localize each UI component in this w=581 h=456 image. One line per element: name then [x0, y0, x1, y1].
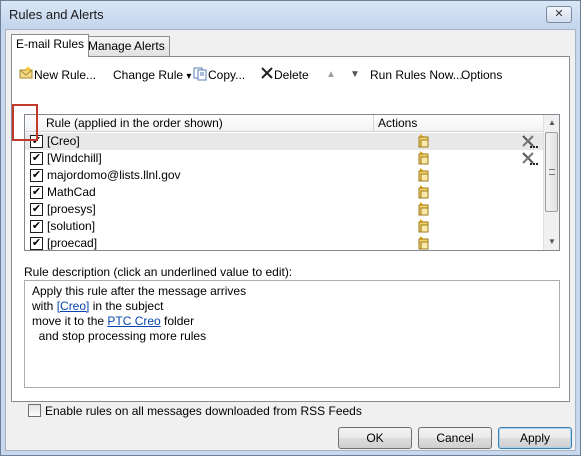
rule-name: [proecad] [47, 236, 98, 250]
scroll-up-arrow-icon[interactable]: ▲ [544, 115, 559, 131]
rule-name: [solution] [47, 219, 96, 233]
run-rules-now-button[interactable]: Run Rules Now... [370, 65, 463, 85]
rule-row[interactable]: ✔ [Windchill] [25, 150, 544, 167]
rule-row[interactable]: ✔ majordomo@lists.llnl.gov [25, 167, 544, 184]
ok-button[interactable]: OK [338, 427, 412, 449]
rule-description-label: Rule description (click an underlined va… [24, 265, 293, 279]
dialog-client-area: E-mail Rules Manage Alerts New Rule... C… [5, 29, 576, 451]
close-button[interactable]: ✕ [546, 6, 572, 23]
rules-list-header: Rule (applied in the order shown) Action… [25, 115, 544, 132]
delete-x-icon [260, 66, 274, 86]
rule-enabled-checkbox[interactable]: ✔ [30, 237, 43, 250]
rules-toolbar: New Rule... Change Rule ▾ Copy... Delete [18, 65, 563, 87]
rule-enabled-checkbox[interactable]: ✔ [30, 152, 43, 165]
rules-and-alerts-dialog: Rules and Alerts ✕ E-mail Rules Manage A… [0, 0, 581, 456]
new-rule-button[interactable]: New Rule... [18, 65, 96, 85]
title-bar[interactable]: Rules and Alerts ✕ [1, 1, 580, 29]
rule-name: MathCad [47, 185, 96, 199]
copy-rule-button[interactable]: Copy... [192, 65, 245, 85]
rules-list[interactable]: Rule (applied in the order shown) Action… [24, 114, 560, 251]
rule-name: majordomo@lists.llnl.gov [47, 168, 181, 182]
new-rule-icon [18, 65, 34, 87]
rule-enabled-checkbox[interactable]: ✔ [30, 203, 43, 216]
rule-row[interactable]: ✔ [Creo] [25, 133, 544, 150]
apply-button[interactable]: Apply [498, 427, 572, 449]
move-down-button[interactable]: ▼ [350, 65, 360, 85]
rule-description-box: Apply this rule after the message arrive… [24, 280, 560, 388]
rule-name: [Windchill] [47, 151, 102, 165]
rule-enabled-checkbox[interactable]: ✔ [30, 220, 43, 233]
rule-row[interactable]: ✔ [proesys] [25, 201, 544, 218]
tab-email-rules[interactable]: E-mail Rules [11, 34, 90, 57]
rule-enabled-checkbox[interactable]: ✔ [30, 169, 43, 182]
delete-rule-button[interactable]: Delete [260, 65, 309, 85]
rule-enabled-checkbox[interactable]: ✔ [30, 186, 43, 199]
tab-manage-alerts[interactable]: Manage Alerts [83, 36, 170, 56]
options-button[interactable]: Options [461, 65, 502, 85]
column-header-rule[interactable]: Rule (applied in the order shown) [46, 116, 223, 130]
rule-row[interactable]: ✔ [proecad] [25, 235, 544, 250]
change-rule-button[interactable]: Change Rule ▾ [113, 65, 191, 85]
move-up-button[interactable]: ▲ [326, 65, 336, 85]
rules-list-rows: ✔ [Creo] ✔ [Windchill] ✔ majordomo@lists.llnl… [25, 133, 544, 250]
window-title: Rules and Alerts [9, 7, 104, 22]
annotation-highlight-box [12, 104, 38, 141]
rule-row[interactable]: ✔ MathCad [25, 184, 544, 201]
column-header-actions[interactable]: Actions [378, 116, 417, 130]
scrollbar-thumb[interactable] [545, 132, 558, 212]
move-to-folder-icon [414, 236, 430, 250]
rule-name: [Creo] [47, 134, 80, 148]
subject-text-link[interactable]: [Creo] [57, 299, 90, 313]
scroll-down-arrow-icon[interactable]: ▼ [544, 234, 559, 250]
rss-checkbox-box[interactable] [28, 404, 41, 417]
rules-list-scrollbar[interactable]: ▲ ▼ [543, 115, 559, 250]
description-line: Apply this rule after the message arrive… [32, 284, 247, 298]
cancel-button[interactable]: Cancel [418, 427, 492, 449]
description-line: move it to the PTC Creo folder [32, 314, 195, 328]
chevron-down-icon: ▾ [186, 71, 192, 82]
description-line: and stop processing more rules [32, 329, 207, 343]
column-divider[interactable] [373, 115, 374, 132]
rss-rules-checkbox[interactable]: Enable rules on all messages downloaded … [28, 404, 362, 418]
copy-icon [192, 65, 208, 87]
description-line: with [Creo] in the subject [32, 299, 164, 313]
email-rules-panel: New Rule... Change Rule ▾ Copy... Delete [11, 56, 570, 418]
rule-name: [proesys] [47, 202, 96, 216]
rule-row[interactable]: ✔ [solution] [25, 218, 544, 235]
target-folder-link[interactable]: PTC Creo [107, 314, 160, 328]
